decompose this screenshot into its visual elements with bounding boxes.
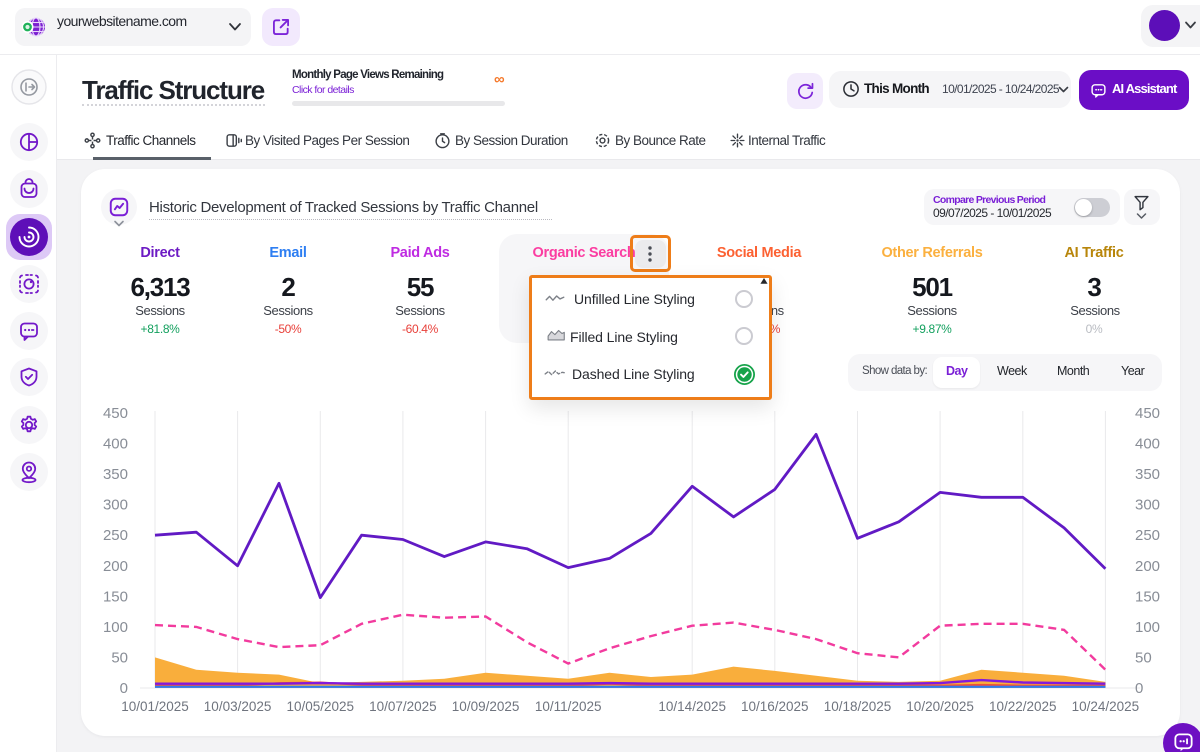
svg-text:450: 450 bbox=[103, 405, 128, 422]
svg-text:350: 350 bbox=[103, 466, 128, 483]
svg-text:10/11/2025: 10/11/2025 bbox=[535, 699, 602, 714]
svg-text:10/14/2025: 10/14/2025 bbox=[658, 699, 726, 714]
svg-text:150: 150 bbox=[1135, 588, 1160, 605]
svg-text:250: 250 bbox=[1135, 527, 1160, 544]
svg-text:10/24/2025: 10/24/2025 bbox=[1072, 699, 1140, 714]
svg-text:10/03/2025: 10/03/2025 bbox=[204, 699, 272, 714]
svg-text:250: 250 bbox=[103, 527, 128, 544]
svg-text:10/07/2025: 10/07/2025 bbox=[369, 699, 437, 714]
svg-text:10/05/2025: 10/05/2025 bbox=[287, 699, 355, 714]
svg-text:200: 200 bbox=[1135, 558, 1160, 575]
svg-text:350: 350 bbox=[1135, 466, 1160, 483]
svg-text:10/01/2025: 10/01/2025 bbox=[121, 699, 189, 714]
svg-text:450: 450 bbox=[1135, 405, 1160, 422]
svg-text:0: 0 bbox=[120, 680, 128, 697]
svg-text:400: 400 bbox=[1135, 436, 1160, 453]
svg-text:100: 100 bbox=[1135, 619, 1160, 636]
svg-text:50: 50 bbox=[111, 649, 128, 666]
svg-text:300: 300 bbox=[103, 497, 128, 514]
svg-text:10/20/2025: 10/20/2025 bbox=[906, 699, 974, 714]
svg-text:10/09/2025: 10/09/2025 bbox=[452, 699, 520, 714]
svg-text:10/16/2025: 10/16/2025 bbox=[741, 699, 809, 714]
svg-text:0: 0 bbox=[1135, 680, 1143, 697]
svg-text:300: 300 bbox=[1135, 497, 1160, 514]
svg-text:100: 100 bbox=[103, 619, 128, 636]
svg-text:50: 50 bbox=[1135, 649, 1152, 666]
svg-text:10/22/2025: 10/22/2025 bbox=[989, 699, 1057, 714]
svg-text:400: 400 bbox=[103, 436, 128, 453]
svg-text:150: 150 bbox=[103, 588, 128, 605]
svg-text:10/18/2025: 10/18/2025 bbox=[824, 699, 892, 714]
svg-text:200: 200 bbox=[103, 558, 128, 575]
